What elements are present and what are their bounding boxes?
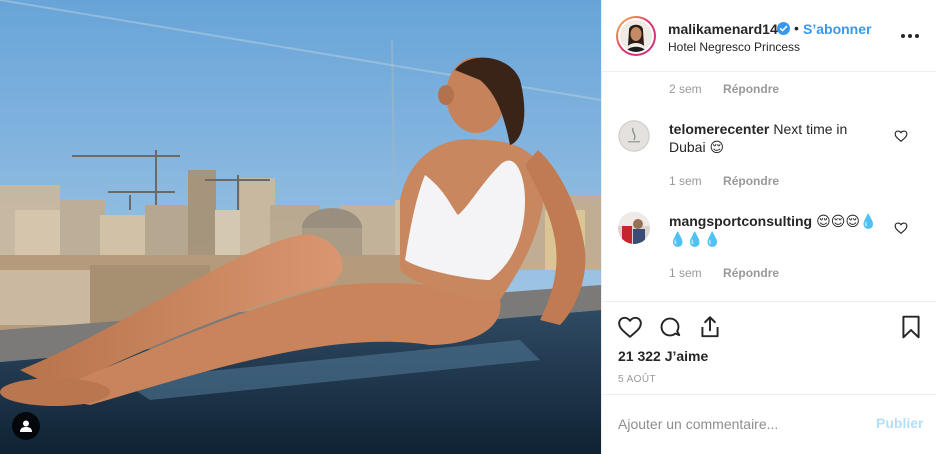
reply-button[interactable]: Répondre bbox=[723, 266, 779, 280]
post-actions: 21 322 J’aime 5 AOÛT Publier bbox=[602, 301, 936, 454]
comment-like-heart-icon[interactable] bbox=[894, 221, 908, 235]
avatar-image bbox=[620, 20, 652, 52]
comment-body: mangsportconsulting 😌😌😌💧💧💧💧 bbox=[669, 212, 881, 248]
comment-meta: 1 sem Répondre bbox=[669, 174, 779, 188]
comment-avatar[interactable] bbox=[618, 120, 650, 152]
like-count[interactable]: 21 322 J’aime bbox=[618, 348, 708, 364]
comment-time[interactable]: 2 sem bbox=[669, 82, 702, 96]
comment-meta: 2 sem Répondre bbox=[669, 82, 779, 96]
post-photo[interactable] bbox=[0, 0, 601, 454]
telomerecenter-avatar bbox=[618, 120, 650, 152]
comments-list[interactable]: 2 sem Répondre telomerecenter Next time i… bbox=[602, 73, 936, 301]
separator-dot: • bbox=[794, 20, 799, 36]
comment-username[interactable]: telomerecenter bbox=[669, 121, 769, 137]
comment-username[interactable]: mangsportconsulting bbox=[669, 213, 812, 229]
post-date[interactable]: 5 AOÛT bbox=[618, 374, 656, 385]
comment-avatar[interactable] bbox=[618, 212, 650, 244]
comment-time[interactable]: 1 sem bbox=[669, 266, 702, 280]
reply-button[interactable]: Répondre bbox=[723, 82, 779, 96]
post-location[interactable]: Hotel Negresco Princess bbox=[668, 40, 800, 54]
comment-icon[interactable] bbox=[657, 314, 683, 340]
verified-badge-icon bbox=[777, 22, 790, 35]
more-options-icon[interactable] bbox=[898, 26, 922, 46]
comment-time[interactable]: 1 sem bbox=[669, 174, 702, 188]
comment-like-heart-icon[interactable] bbox=[894, 129, 908, 143]
comment-input[interactable] bbox=[618, 413, 858, 435]
tagged-users-button[interactable] bbox=[12, 412, 40, 440]
heart-icon[interactable] bbox=[617, 314, 643, 340]
add-comment-bar: Publier bbox=[602, 394, 936, 454]
bookmark-icon[interactable] bbox=[898, 314, 924, 340]
comment-body: telomerecenter Next time in Dubai 😌 bbox=[669, 120, 881, 156]
post-username[interactable]: malikamenard14 bbox=[668, 21, 778, 37]
mangsportconsulting-avatar bbox=[618, 212, 650, 244]
post-image bbox=[0, 0, 601, 454]
reply-button[interactable]: Répondre bbox=[723, 174, 779, 188]
share-icon[interactable] bbox=[697, 314, 723, 340]
post-sidebar: malikamenard14 • S’abonner Hotel Negresc… bbox=[601, 0, 936, 454]
comment-meta: 1 sem Répondre bbox=[669, 266, 779, 280]
user-icon bbox=[20, 420, 32, 432]
post-header: malikamenard14 • S’abonner Hotel Negresc… bbox=[602, 0, 936, 72]
follow-button[interactable]: S’abonner bbox=[803, 21, 871, 37]
profile-avatar[interactable] bbox=[616, 16, 656, 56]
publish-button[interactable]: Publier bbox=[876, 415, 923, 431]
